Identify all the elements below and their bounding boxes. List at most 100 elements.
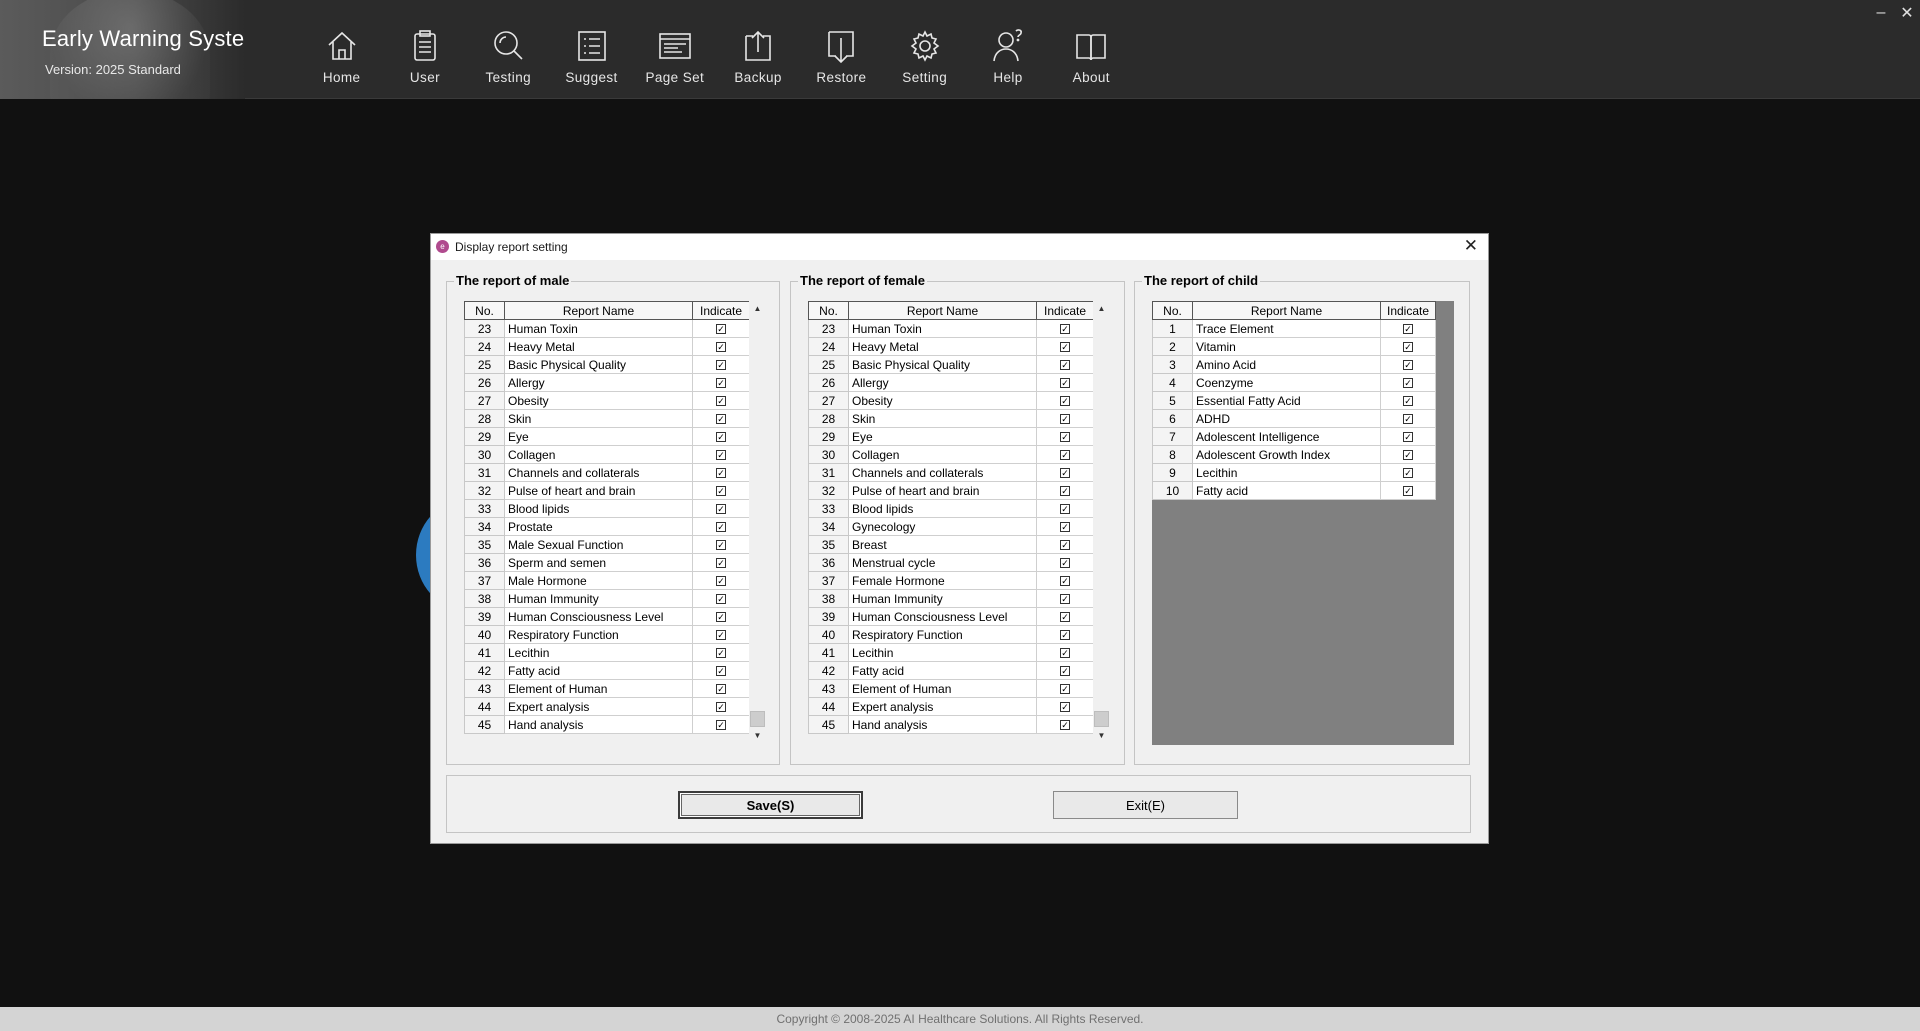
indicate-checkbox[interactable]: ✓ — [716, 360, 726, 371]
column-header-no[interactable]: No. — [1152, 301, 1193, 320]
indicate-checkbox[interactable]: ✓ — [716, 450, 726, 461]
indicate-checkbox[interactable]: ✓ — [716, 414, 726, 425]
table-row[interactable]: 29 Eye ✓ — [808, 427, 1094, 446]
table-row[interactable]: 40 Respiratory Function ✓ — [464, 625, 750, 644]
table-row[interactable]: 32 Pulse of heart and brain ✓ — [464, 481, 750, 500]
table-row[interactable]: 45 Hand analysis ✓ — [808, 715, 1094, 734]
table-row[interactable]: 41 Lecithin ✓ — [808, 643, 1094, 662]
indicate-checkbox[interactable]: ✓ — [716, 486, 726, 497]
indicate-checkbox[interactable]: ✓ — [716, 594, 726, 605]
table-row[interactable]: 31 Channels and collaterals ✓ — [808, 463, 1094, 482]
indicate-checkbox[interactable]: ✓ — [716, 324, 726, 335]
table-row[interactable]: 42 Fatty acid ✓ — [464, 661, 750, 680]
exit-button[interactable]: Exit(E) — [1053, 791, 1238, 819]
dialog-close-button[interactable]: ✕ — [1464, 236, 1478, 256]
indicate-checkbox[interactable]: ✓ — [716, 702, 726, 713]
scrollbar-thumb[interactable] — [1094, 711, 1109, 727]
table-row[interactable]: 33 Blood lipids ✓ — [464, 499, 750, 518]
indicate-checkbox[interactable]: ✓ — [1060, 702, 1070, 713]
indicate-checkbox[interactable]: ✓ — [1403, 468, 1413, 479]
column-header-report-name[interactable]: Report Name — [848, 301, 1037, 320]
indicate-checkbox[interactable]: ✓ — [1060, 648, 1070, 659]
column-header-indicate[interactable]: Indicate — [692, 301, 750, 320]
indicate-checkbox[interactable]: ✓ — [1060, 396, 1070, 407]
table-row[interactable]: 23 Human Toxin ✓ — [808, 319, 1094, 338]
vertical-scrollbar[interactable]: ▲ ▼ — [749, 301, 766, 744]
indicate-checkbox[interactable]: ✓ — [716, 468, 726, 479]
nav-user[interactable]: User — [383, 0, 466, 99]
table-row[interactable]: 45 Hand analysis ✓ — [464, 715, 750, 734]
indicate-checkbox[interactable]: ✓ — [1060, 432, 1070, 443]
table-row[interactable]: 43 Element of Human ✓ — [808, 679, 1094, 698]
table-row[interactable]: 34 Prostate ✓ — [464, 517, 750, 536]
indicate-checkbox[interactable]: ✓ — [716, 684, 726, 695]
indicate-checkbox[interactable]: ✓ — [1060, 468, 1070, 479]
table-row[interactable]: 43 Element of Human ✓ — [464, 679, 750, 698]
table-row[interactable]: 38 Human Immunity ✓ — [808, 589, 1094, 608]
table-row[interactable]: 29 Eye ✓ — [464, 427, 750, 446]
table-row[interactable]: 37 Male Hormone ✓ — [464, 571, 750, 590]
indicate-checkbox[interactable]: ✓ — [1403, 450, 1413, 461]
table-row[interactable]: 5 Essential Fatty Acid ✓ — [1152, 391, 1436, 410]
indicate-checkbox[interactable]: ✓ — [1060, 720, 1070, 731]
table-row[interactable]: 44 Expert analysis ✓ — [464, 697, 750, 716]
indicate-checkbox[interactable]: ✓ — [716, 432, 726, 443]
table-row[interactable]: 32 Pulse of heart and brain ✓ — [808, 481, 1094, 500]
table-row[interactable]: 23 Human Toxin ✓ — [464, 319, 750, 338]
table-row[interactable]: 6 ADHD ✓ — [1152, 409, 1436, 428]
indicate-checkbox[interactable]: ✓ — [1403, 414, 1413, 425]
nav-backup[interactable]: Backup — [716, 0, 799, 99]
table-row[interactable]: 8 Adolescent Growth Index ✓ — [1152, 445, 1436, 464]
scrollbar-thumb[interactable] — [750, 711, 765, 727]
table-row[interactable]: 27 Obesity ✓ — [808, 391, 1094, 410]
indicate-checkbox[interactable]: ✓ — [716, 630, 726, 641]
save-button[interactable]: Save(S) — [678, 791, 863, 819]
nav-page-set[interactable]: Page Set — [633, 0, 716, 99]
indicate-checkbox[interactable]: ✓ — [716, 666, 726, 677]
table-row[interactable]: 41 Lecithin ✓ — [464, 643, 750, 662]
table-row[interactable]: 25 Basic Physical Quality ✓ — [808, 355, 1094, 374]
table-row[interactable]: 27 Obesity ✓ — [464, 391, 750, 410]
nav-testing[interactable]: Testing — [467, 0, 550, 99]
nav-suggest[interactable]: Suggest — [550, 0, 633, 99]
indicate-checkbox[interactable]: ✓ — [1403, 342, 1413, 353]
indicate-checkbox[interactable]: ✓ — [1060, 324, 1070, 335]
indicate-checkbox[interactable]: ✓ — [1403, 378, 1413, 389]
indicate-checkbox[interactable]: ✓ — [1060, 594, 1070, 605]
vertical-scrollbar[interactable]: ▲ ▼ — [1093, 301, 1110, 744]
indicate-checkbox[interactable]: ✓ — [716, 504, 726, 515]
table-row[interactable]: 36 Menstrual cycle ✓ — [808, 553, 1094, 572]
window-close-button[interactable]: ✕ — [1894, 0, 1920, 26]
nav-home[interactable]: Home — [300, 0, 383, 99]
nav-restore[interactable]: Restore — [800, 0, 883, 99]
indicate-checkbox[interactable]: ✓ — [1060, 684, 1070, 695]
indicate-checkbox[interactable]: ✓ — [716, 558, 726, 569]
column-header-indicate[interactable]: Indicate — [1380, 301, 1436, 320]
nav-setting[interactable]: Setting — [883, 0, 966, 99]
indicate-checkbox[interactable]: ✓ — [716, 720, 726, 731]
indicate-checkbox[interactable]: ✓ — [1060, 342, 1070, 353]
column-header-no[interactable]: No. — [464, 301, 505, 320]
table-row[interactable]: 31 Channels and collaterals ✓ — [464, 463, 750, 482]
table-row[interactable]: 38 Human Immunity ✓ — [464, 589, 750, 608]
table-row[interactable]: 2 Vitamin ✓ — [1152, 337, 1436, 356]
indicate-checkbox[interactable]: ✓ — [1060, 558, 1070, 569]
column-header-indicate[interactable]: Indicate — [1036, 301, 1094, 320]
indicate-checkbox[interactable]: ✓ — [716, 522, 726, 533]
indicate-checkbox[interactable]: ✓ — [1060, 540, 1070, 551]
scroll-up-arrow-icon[interactable]: ▲ — [749, 301, 766, 317]
table-row[interactable]: 35 Male Sexual Function ✓ — [464, 535, 750, 554]
table-row[interactable]: 37 Female Hormone ✓ — [808, 571, 1094, 590]
indicate-checkbox[interactable]: ✓ — [1403, 324, 1413, 335]
indicate-checkbox[interactable]: ✓ — [1403, 432, 1413, 443]
table-row[interactable]: 33 Blood lipids ✓ — [808, 499, 1094, 518]
nav-help[interactable]: Help — [966, 0, 1049, 99]
indicate-checkbox[interactable]: ✓ — [716, 378, 726, 389]
table-row[interactable]: 24 Heavy Metal ✓ — [808, 337, 1094, 356]
indicate-checkbox[interactable]: ✓ — [716, 396, 726, 407]
table-row[interactable]: 40 Respiratory Function ✓ — [808, 625, 1094, 644]
scroll-down-arrow-icon[interactable]: ▼ — [1093, 728, 1110, 744]
indicate-checkbox[interactable]: ✓ — [1060, 630, 1070, 641]
table-row[interactable]: 34 Gynecology ✓ — [808, 517, 1094, 536]
table-row[interactable]: 4 Coenzyme ✓ — [1152, 373, 1436, 392]
